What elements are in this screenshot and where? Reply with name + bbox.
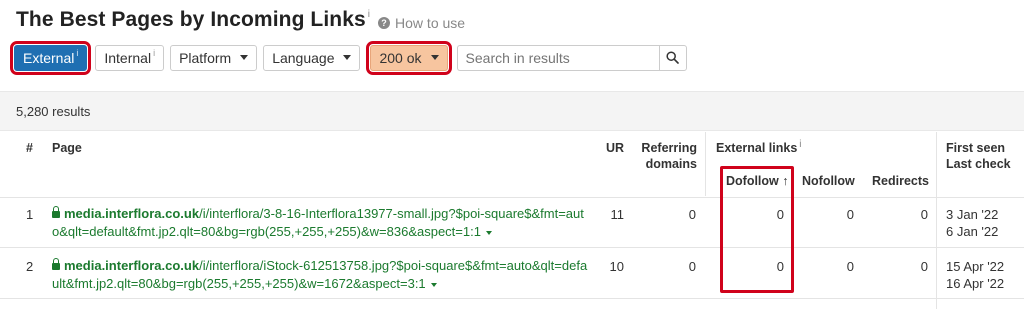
external-links-label: External links <box>716 141 798 155</box>
results-bar: 5,280 results <box>0 91 1024 131</box>
column-header-page[interactable]: Page <box>52 140 82 156</box>
filter-bar: External i Internal i Platform Language … <box>9 39 687 76</box>
page-path-line1: /i/interflora/3-8-16-Interflora13977-sma… <box>199 206 584 221</box>
ur-value: 10 <box>609 259 624 274</box>
referring-domains-line2: domains <box>645 157 697 171</box>
page-title: The Best Pages by Incoming Links <box>16 8 366 31</box>
row-divider <box>0 247 1024 248</box>
referring-domains-line1: Referring <box>641 141 697 155</box>
last-check-label: Last check <box>946 157 1011 171</box>
column-header-referring-domains[interactable]: Referring domains <box>633 140 697 172</box>
platform-dropdown-label: Platform <box>179 49 232 66</box>
referring-domains-value[interactable]: 0 <box>660 259 696 275</box>
search-icon <box>666 51 679 64</box>
first-seen-label: First seen <box>946 141 1006 155</box>
column-divider <box>705 132 706 196</box>
search-button[interactable] <box>658 44 687 71</box>
title-row: The Best Pages by Incoming Links i ? How… <box>16 8 465 36</box>
row-divider <box>0 298 1024 299</box>
lock-icon <box>52 258 60 270</box>
nofollow-value[interactable]: 0 <box>818 259 854 275</box>
row-number: 2 <box>26 259 34 274</box>
column-header-ur[interactable]: UR <box>606 140 624 156</box>
lock-icon <box>52 206 60 218</box>
last-check-date: 6 Jan '22 <box>946 224 999 239</box>
question-icon: ? <box>378 17 391 29</box>
internal-info-icon: i <box>153 47 156 58</box>
external-info-icon: i <box>76 47 79 58</box>
internal-filter-button[interactable]: Internal i <box>95 44 165 71</box>
referring-domains-value[interactable]: 0 <box>660 207 696 223</box>
chevron-down-icon <box>343 55 352 60</box>
http-status-dropdown[interactable]: 200 ok <box>366 40 452 75</box>
ur-value: 11 <box>610 207 625 222</box>
column-header-nofollow[interactable]: Nofollow <box>802 173 855 189</box>
page-path-line2: ult&fmt.jp2.qlt=80&bg=rgb(255,+255,+255)… <box>52 276 426 291</box>
language-dropdown[interactable]: Language <box>263 44 361 71</box>
chevron-down-icon <box>240 55 249 60</box>
column-header-number: # <box>26 141 33 155</box>
chevron-down-icon <box>430 55 439 60</box>
row-divider <box>0 197 1024 198</box>
title-info-icon[interactable]: i <box>368 9 370 20</box>
page-domain: media.interflora.co.uk <box>64 206 200 221</box>
results-count: 5,280 results <box>16 104 91 119</box>
expand-dropdown-icon[interactable] <box>485 230 492 235</box>
column-header-external-links: External links i <box>716 139 802 158</box>
first-seen-date: 15 Apr '22 <box>946 259 1005 274</box>
page-url-link[interactable]: media.interflora.co.uk/i/interflora/iSto… <box>52 257 592 293</box>
page-path-line1: /i/interflora/iStock-612513758.jpg?$poi-… <box>199 258 588 273</box>
search-input[interactable] <box>456 44 659 71</box>
column-divider <box>936 132 937 309</box>
language-dropdown-label: Language <box>272 49 335 66</box>
external-links-info-icon[interactable]: i <box>799 139 801 150</box>
internal-filter-label: Internal <box>104 49 152 66</box>
expand-dropdown-icon[interactable] <box>430 282 437 287</box>
page-domain: media.interflora.co.uk <box>64 258 200 273</box>
how-to-use-label: How to use <box>395 15 466 31</box>
page-path-line2: o&qlt=default&fmt.jp2.qlt=80&bg=rgb(255,… <box>52 224 481 239</box>
row-number: 1 <box>26 207 34 222</box>
column-header-dates[interactable]: First seen Last check <box>946 140 1011 172</box>
how-to-use-link[interactable]: ? How to use <box>378 15 465 31</box>
redirects-value[interactable]: 0 <box>892 207 928 223</box>
last-check-date: 16 Apr '22 <box>946 276 1005 291</box>
dofollow-highlight-box <box>720 166 794 293</box>
column-header-redirects[interactable]: Redirects <box>872 173 929 189</box>
external-filter-label: External <box>23 49 75 66</box>
first-seen-date: 3 Jan '22 <box>946 207 999 222</box>
page-url-link[interactable]: media.interflora.co.uk/i/interflora/3-8-… <box>52 205 592 241</box>
external-filter-button[interactable]: External i <box>9 40 92 75</box>
platform-dropdown[interactable]: Platform <box>170 44 258 71</box>
redirects-value[interactable]: 0 <box>892 259 928 275</box>
nofollow-value[interactable]: 0 <box>818 207 854 223</box>
http-status-label: 200 ok <box>379 49 422 66</box>
